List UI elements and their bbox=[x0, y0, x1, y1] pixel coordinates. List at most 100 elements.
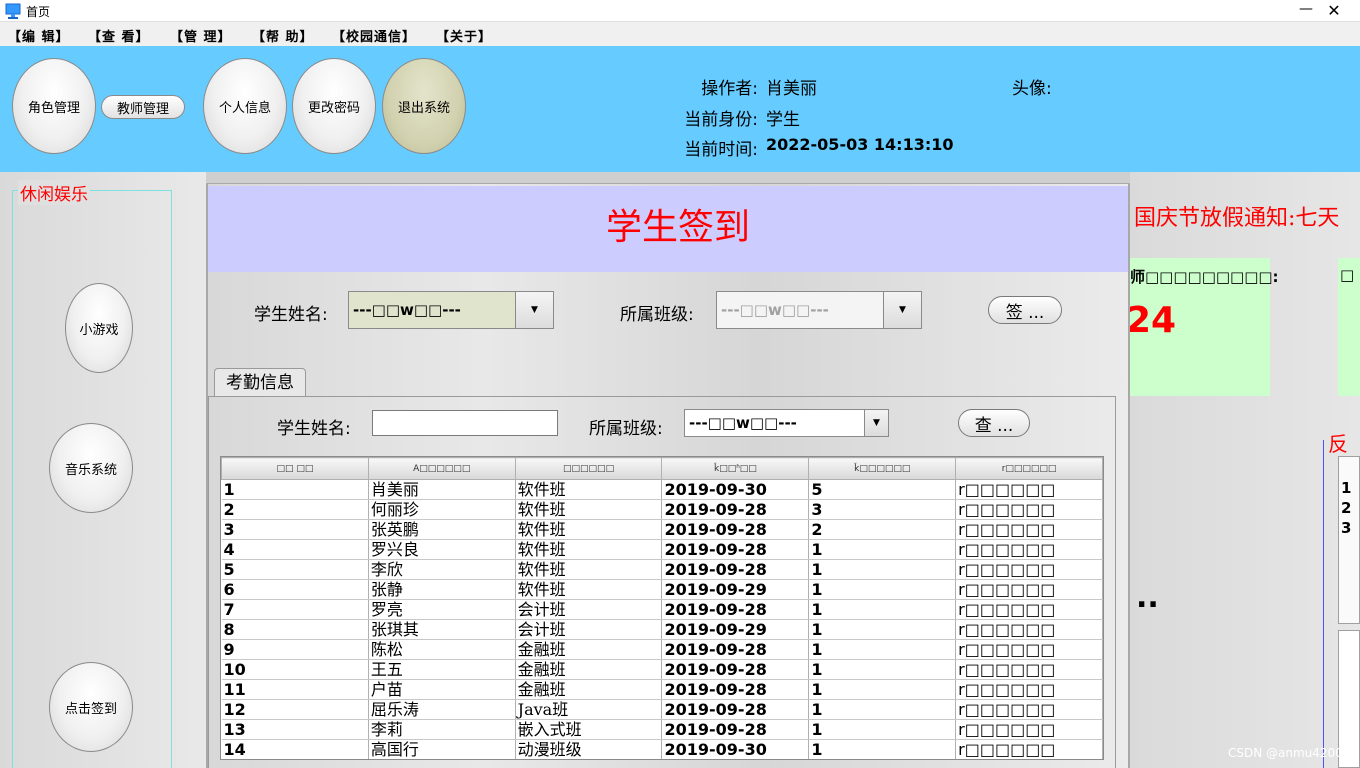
column-header[interactable]: □□ □□ bbox=[221, 457, 369, 480]
student-name-combo[interactable]: ---□□w□□--- ▼ bbox=[348, 291, 554, 329]
table-cell: 王五 bbox=[368, 659, 516, 680]
table-cell: 2019-09-28 bbox=[661, 659, 810, 680]
table-cell: 2019-09-28 bbox=[661, 559, 810, 580]
identity-value: 学生 bbox=[766, 110, 800, 130]
column-header[interactable]: A□□□□□□ bbox=[367, 457, 516, 480]
table-cell: r□□□□□□ bbox=[955, 599, 1103, 620]
table-row[interactable]: 12 屈乐涛 Java班 2019-09-28 1 r□□□□□□ bbox=[221, 699, 1103, 720]
table-row[interactable]: 6 张静 软件班 2019-09-29 1 r□□□□□□ bbox=[221, 579, 1103, 600]
menu-edit[interactable]: 【编 辑】 bbox=[8, 26, 70, 45]
table-cell: 2019-09-28 bbox=[661, 539, 810, 560]
title-bar bbox=[0, 0, 1360, 22]
table-row[interactable]: 5 李欣 软件班 2019-09-28 1 r□□□□□□ bbox=[221, 559, 1103, 580]
table-cell: r□□□□□□ bbox=[955, 619, 1103, 640]
feedback-row[interactable]: 1 bbox=[1341, 479, 1351, 497]
column-header[interactable]: r□□□□□□ bbox=[955, 457, 1103, 480]
table-cell: 肖美丽 bbox=[368, 479, 516, 500]
class-combo-value: ---□□w□□--- bbox=[721, 301, 829, 319]
operator-label: 操作者: bbox=[701, 79, 758, 99]
table-cell: 李欣 bbox=[368, 559, 516, 580]
student-name-combo-value: ---□□w□□--- bbox=[353, 301, 461, 319]
class-label: 所属班级: bbox=[620, 305, 694, 325]
minimize-icon[interactable]: — bbox=[1294, 0, 1318, 22]
close-icon[interactable]: ✕ bbox=[1322, 0, 1346, 22]
table-cell: Java班 bbox=[515, 699, 663, 720]
search-class-combo[interactable]: ---□□w□□--- ▼ bbox=[684, 409, 889, 437]
feedback-row[interactable]: 2 bbox=[1341, 499, 1351, 517]
menu-manage[interactable]: 【管 理】 bbox=[170, 26, 232, 45]
chevron-down-icon[interactable]: ▼ bbox=[883, 292, 921, 328]
table-row[interactable]: 9 陈松 金融班 2019-09-28 1 r□□□□□□ bbox=[221, 639, 1103, 660]
info-box-label: □ bbox=[1340, 266, 1355, 284]
profile-button[interactable]: 个人信息 bbox=[203, 58, 287, 154]
table-row[interactable]: 8 张琪其 会计班 2019-09-29 1 r□□□□□□ bbox=[221, 619, 1103, 640]
table-cell: r□□□□□□ bbox=[955, 499, 1103, 520]
table-cell: 户苗 bbox=[368, 679, 516, 700]
table-cell: 3 bbox=[221, 519, 369, 540]
table-cell: 3 bbox=[808, 499, 957, 520]
chevron-down-icon[interactable]: ▼ bbox=[864, 410, 888, 436]
student-name-label: 学生姓名: bbox=[254, 305, 328, 325]
menu-view[interactable]: 【查 看】 bbox=[88, 26, 150, 45]
table-cell: r□□□□□□ bbox=[955, 579, 1103, 600]
signin-count-label: 师□□□□□□□□□: bbox=[1130, 268, 1279, 286]
table-row[interactable]: 1 肖美丽 软件班 2019-09-30 5 r□□□□□□ bbox=[221, 479, 1103, 500]
table-row[interactable]: 11 户苗 金融班 2019-09-28 1 r□□□□□□ bbox=[221, 679, 1103, 700]
menu-about[interactable]: 【关于】 bbox=[436, 26, 492, 45]
table-row[interactable]: 14 高国行 动漫班级 2019-09-30 1 r□□□□□□ bbox=[221, 739, 1103, 759]
watermark: CSDN @anmu4200 bbox=[1228, 746, 1343, 760]
table-row[interactable]: 4 罗兴良 软件班 2019-09-28 1 r□□□□□□ bbox=[221, 539, 1103, 560]
attendance-table[interactable]: □□ □□ A□□□□□□ □□□□□□ ǩ□□ʱ□□ ǩ□□□□□□ r□□□… bbox=[220, 456, 1104, 760]
role-management-button[interactable]: 角色管理 bbox=[12, 58, 96, 154]
teacher-management-button[interactable]: 教师管理 bbox=[101, 95, 185, 119]
table-cell: 1 bbox=[808, 579, 957, 600]
menu-campus-comm[interactable]: 【校园通信】 bbox=[332, 26, 416, 45]
table-cell: 屈乐涛 bbox=[368, 699, 516, 720]
table-cell: r□□□□□□ bbox=[955, 739, 1103, 759]
menu-help[interactable]: 【帮 助】 bbox=[252, 26, 314, 45]
table-row[interactable]: 2 何丽珍 软件班 2019-09-28 3 r□□□□□□ bbox=[221, 499, 1103, 520]
tab-attendance-info[interactable]: 考勤信息 bbox=[214, 368, 306, 396]
table-cell: 1 bbox=[808, 639, 957, 660]
feedback-row[interactable]: 3 bbox=[1341, 519, 1351, 537]
change-password-button[interactable]: 更改密码 bbox=[292, 58, 376, 154]
table-row[interactable]: 10 王五 金融班 2019-09-28 1 r□□□□□□ bbox=[221, 659, 1103, 680]
search-name-input[interactable] bbox=[372, 410, 558, 436]
table-cell: 8 bbox=[221, 619, 369, 640]
column-header[interactable]: □□□□□□ bbox=[514, 457, 663, 480]
column-header[interactable]: ǩ□□ʱ□□ bbox=[661, 457, 810, 480]
table-cell: 会计班 bbox=[515, 599, 663, 620]
feedback-table[interactable]: 1 2 3 bbox=[1338, 456, 1360, 624]
sign-button[interactable]: 签 ... bbox=[988, 296, 1062, 324]
table-cell: 金融班 bbox=[515, 679, 663, 700]
class-combo[interactable]: ---□□w□□--- ▼ bbox=[716, 291, 922, 329]
table-cell: 2019-09-28 bbox=[661, 519, 810, 540]
chevron-down-icon[interactable]: ▼ bbox=[515, 292, 553, 328]
app-icon bbox=[5, 3, 21, 19]
table-cell: 罗兴良 bbox=[368, 539, 516, 560]
table-cell: 2019-09-28 bbox=[661, 639, 810, 660]
notice-marquee: 国庆节放假通知:七天 bbox=[1134, 206, 1340, 231]
table-row[interactable]: 7 罗亮 会计班 2019-09-28 1 r□□□□□□ bbox=[221, 599, 1103, 620]
logout-button[interactable]: 退出系统 bbox=[382, 58, 466, 154]
internal-frame-titlebar[interactable] bbox=[206, 172, 1130, 184]
table-cell: 罗亮 bbox=[368, 599, 516, 620]
table-cell: r□□□□□□ bbox=[955, 559, 1103, 580]
identity-label: 当前身份: bbox=[684, 110, 758, 130]
query-button[interactable]: 查 ... bbox=[958, 409, 1030, 437]
mini-game-button[interactable]: 小游戏 bbox=[65, 283, 133, 373]
table-cell: 1 bbox=[808, 619, 957, 640]
table-cell: 2019-09-28 bbox=[661, 699, 810, 720]
music-system-button[interactable]: 音乐系统 bbox=[49, 423, 133, 513]
table-row[interactable]: 13 李莉 嵌入式班 2019-09-28 1 r□□□□□□ bbox=[221, 719, 1103, 740]
column-header[interactable]: ǩ□□□□□□ bbox=[808, 457, 957, 480]
click-signin-button[interactable]: 点击签到 bbox=[49, 662, 133, 752]
table-cell: 2019-09-29 bbox=[661, 619, 810, 640]
table-cell: 2 bbox=[808, 519, 957, 540]
table-cell: 5 bbox=[221, 559, 369, 580]
table-row[interactable]: 3 张英鹏 软件班 2019-09-28 2 r□□□□□□ bbox=[221, 519, 1103, 540]
table-cell: r□□□□□□ bbox=[955, 699, 1103, 720]
header-panel: 角色管理 教师管理 个人信息 更改密码 退出系统 操作者: 肖美丽 当前身份: … bbox=[0, 46, 1360, 172]
table-cell: 金融班 bbox=[515, 659, 663, 680]
avatar-label: 头像: bbox=[1012, 79, 1052, 99]
